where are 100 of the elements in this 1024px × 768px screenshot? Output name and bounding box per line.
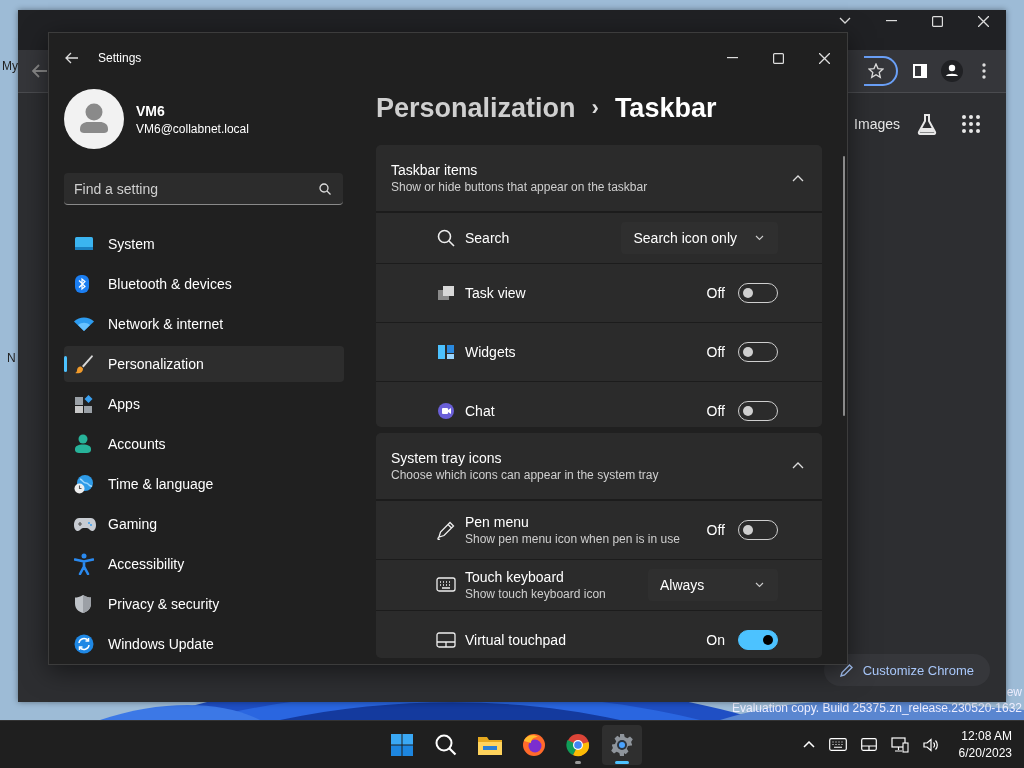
keyboard-icon bbox=[436, 577, 456, 593]
sync-icon bbox=[74, 634, 94, 654]
grid-icon bbox=[962, 115, 980, 133]
chevron-icon bbox=[792, 174, 804, 182]
touchpad-icon[interactable] bbox=[860, 738, 877, 751]
breadcrumb-separator: › bbox=[591, 95, 599, 122]
windows-logo-icon bbox=[390, 732, 414, 757]
apps-icon bbox=[74, 394, 94, 414]
section-title: Taskbar items bbox=[391, 162, 479, 179]
gear-icon bbox=[610, 732, 634, 757]
scrollbar[interactable] bbox=[843, 156, 845, 416]
setting-label: Search bbox=[465, 230, 511, 247]
dropdown[interactable]: Search icon only bbox=[621, 222, 778, 255]
accessibility-icon bbox=[74, 553, 94, 575]
browser-logo-icon bbox=[566, 732, 590, 757]
person-icon bbox=[941, 60, 963, 82]
chevron-up-icon[interactable] bbox=[802, 741, 815, 748]
section-description: Choose which icons can appear in the system tray bbox=[391, 467, 660, 482]
desktop-icon-label[interactable]: My bbox=[2, 59, 18, 73]
wifi-icon bbox=[74, 317, 94, 331]
pen-icon bbox=[436, 519, 456, 540]
monitor-icon bbox=[74, 236, 94, 252]
star-icon bbox=[868, 63, 884, 79]
setting-label: Pen menu bbox=[465, 513, 530, 530]
clock[interactable]: 12:08 AM 6/20/2023 bbox=[958, 727, 1012, 762]
setting-label: Widgets bbox=[465, 344, 517, 361]
widgets-icon bbox=[437, 344, 455, 361]
volume-icon[interactable] bbox=[922, 737, 939, 752]
section-header[interactable]: System tray icons Choose which icons can appear in the system tray bbox=[376, 432, 822, 500]
search-icon bbox=[435, 733, 457, 756]
nav-item[interactable]: Apps bbox=[64, 386, 344, 422]
setting-label: Touch keyboard bbox=[465, 568, 565, 585]
touchpad-icon bbox=[436, 631, 456, 648]
clock-time: 12:08 AM bbox=[961, 727, 1012, 745]
flask-icon bbox=[916, 113, 938, 135]
network-icon[interactable] bbox=[890, 736, 909, 753]
nav-item[interactable]: Network & internet bbox=[64, 306, 344, 342]
chat-icon bbox=[437, 402, 455, 421]
setting-label: Task view bbox=[465, 285, 527, 302]
minimize-icon bbox=[726, 57, 738, 59]
person-icon bbox=[74, 434, 92, 454]
clock-date: 6/20/2023 bbox=[958, 744, 1012, 762]
maximize-icon bbox=[931, 15, 943, 27]
section-description: Show or hide buttons that appear on the taskbar bbox=[391, 180, 649, 195]
nav-item[interactable]: System bbox=[64, 226, 344, 262]
search-field[interactable]: Find a setting bbox=[64, 173, 343, 205]
fox-globe-icon bbox=[522, 732, 546, 757]
nav-item[interactable]: Gaming bbox=[64, 506, 344, 542]
chevron-icon bbox=[792, 462, 804, 470]
shield-icon bbox=[74, 594, 92, 614]
setting-description: Show pen menu icon when pen is in use bbox=[465, 531, 681, 546]
toggle-state-label: Off bbox=[706, 521, 725, 538]
nav-item[interactable]: Privacy & security bbox=[64, 586, 344, 622]
search-icon bbox=[437, 229, 455, 248]
customize-button[interactable]: Customize Chrome bbox=[823, 654, 990, 686]
avatar bbox=[64, 89, 124, 149]
setting-label: Chat bbox=[465, 403, 496, 420]
back-arrow-icon bbox=[32, 64, 48, 78]
maximize-icon bbox=[772, 52, 784, 64]
more-icon bbox=[982, 63, 986, 79]
page-title: Taskbar bbox=[614, 92, 717, 124]
toggle-state-label: Off bbox=[706, 285, 725, 302]
bluetooth-icon bbox=[74, 274, 90, 294]
images-link[interactable]: Images bbox=[854, 116, 900, 132]
nav-item[interactable]: Personalization bbox=[64, 346, 344, 382]
game-controller-icon bbox=[74, 516, 96, 532]
chevron-down-icon bbox=[839, 17, 851, 25]
nav-item[interactable]: Bluetooth & devices bbox=[64, 266, 344, 302]
nav-item[interactable]: Accounts bbox=[64, 426, 344, 462]
user-email: VM6@collabnet.local bbox=[136, 121, 249, 136]
breadcrumb-parent[interactable]: Personalization bbox=[376, 92, 576, 124]
nav-item[interactable]: Accessibility bbox=[64, 546, 344, 582]
nav-item[interactable]: Windows Update bbox=[64, 626, 344, 662]
side-panel-icon bbox=[913, 64, 927, 78]
keyboard-icon[interactable] bbox=[828, 738, 847, 751]
toggle-state-label: On bbox=[706, 631, 725, 648]
search-icon bbox=[319, 183, 331, 195]
section-header[interactable]: Taskbar items Show or hide buttons that appear on the taskbar bbox=[376, 145, 822, 213]
address-bar[interactable] bbox=[864, 56, 898, 86]
close-icon bbox=[818, 52, 830, 64]
desktop-icon-label[interactable]: N bbox=[7, 351, 16, 365]
setting-label: Virtual touchpad bbox=[465, 631, 567, 648]
chevron-down-icon bbox=[755, 581, 764, 588]
window-title: Settings bbox=[98, 51, 142, 65]
toggle-switch[interactable] bbox=[738, 629, 778, 650]
dropdown[interactable]: Always bbox=[648, 568, 778, 601]
desktop-notice: ew bbox=[1006, 684, 1022, 700]
globe-clock-icon bbox=[74, 474, 94, 494]
desktop-notice: Evaluation copy. Build 25375.zn_release.230520-1632 bbox=[732, 700, 1022, 716]
section-title: System tray icons bbox=[391, 449, 503, 466]
nav-item[interactable]: Time & language bbox=[64, 466, 344, 502]
toggle-state-label: Off bbox=[706, 344, 725, 361]
pencil-icon bbox=[839, 663, 853, 677]
paintbrush-icon bbox=[74, 354, 94, 374]
setting-description: Show touch keyboard icon bbox=[465, 586, 607, 601]
minimize-icon bbox=[885, 20, 897, 22]
chevron-down-icon bbox=[755, 235, 764, 242]
taskbar-app-button[interactable] bbox=[602, 724, 642, 765]
toggle-state-label: Off bbox=[706, 403, 725, 420]
close-icon bbox=[977, 15, 989, 27]
